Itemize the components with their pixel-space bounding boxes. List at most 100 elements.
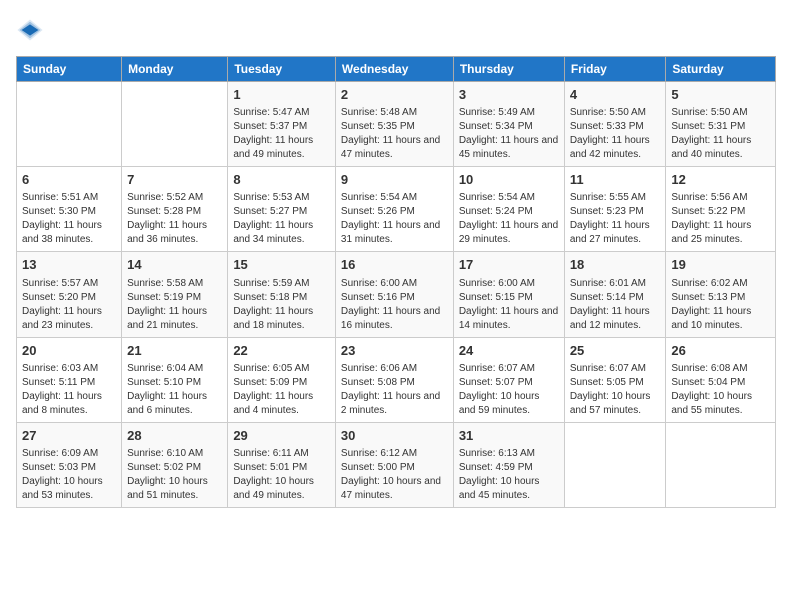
day-info: Sunset: 5:05 PM bbox=[570, 376, 661, 390]
day-info: Sunset: 5:11 PM bbox=[22, 376, 116, 390]
day-info: Sunset: 5:09 PM bbox=[233, 376, 330, 390]
day-info: Daylight: 11 hours and 21 minutes. bbox=[127, 305, 222, 333]
day-info: Daylight: 11 hours and 8 minutes. bbox=[22, 390, 116, 418]
day-number: 6 bbox=[22, 171, 116, 189]
calendar-cell: 18Sunrise: 6:01 AMSunset: 5:14 PMDayligh… bbox=[564, 252, 666, 337]
calendar-cell: 16Sunrise: 6:00 AMSunset: 5:16 PMDayligh… bbox=[335, 252, 453, 337]
day-info: Sunset: 4:59 PM bbox=[459, 461, 559, 475]
logo-icon bbox=[16, 16, 44, 44]
day-number: 28 bbox=[127, 427, 222, 445]
day-info: Daylight: 10 hours and 53 minutes. bbox=[22, 475, 116, 503]
day-info: Sunrise: 6:09 AM bbox=[22, 447, 116, 461]
day-info: Sunrise: 6:02 AM bbox=[671, 277, 770, 291]
calendar-cell: 11Sunrise: 5:55 AMSunset: 5:23 PMDayligh… bbox=[564, 167, 666, 252]
day-info: Sunrise: 5:51 AM bbox=[22, 191, 116, 205]
day-info: Sunset: 5:04 PM bbox=[671, 376, 770, 390]
day-number: 12 bbox=[671, 171, 770, 189]
day-info: Sunrise: 6:00 AM bbox=[459, 277, 559, 291]
day-number: 30 bbox=[341, 427, 448, 445]
calendar-cell: 26Sunrise: 6:08 AMSunset: 5:04 PMDayligh… bbox=[666, 337, 776, 422]
day-number: 24 bbox=[459, 342, 559, 360]
day-info: Daylight: 11 hours and 40 minutes. bbox=[671, 134, 770, 162]
day-number: 7 bbox=[127, 171, 222, 189]
day-info: Sunrise: 6:00 AM bbox=[341, 277, 448, 291]
day-number: 31 bbox=[459, 427, 559, 445]
header-friday: Friday bbox=[564, 57, 666, 82]
day-info: Daylight: 10 hours and 45 minutes. bbox=[459, 475, 559, 503]
day-info: Sunset: 5:01 PM bbox=[233, 461, 330, 475]
day-info: Sunrise: 5:49 AM bbox=[459, 106, 559, 120]
calendar-cell bbox=[122, 82, 228, 167]
day-info: Daylight: 11 hours and 45 minutes. bbox=[459, 134, 559, 162]
day-info: Sunrise: 6:04 AM bbox=[127, 362, 222, 376]
day-info: Daylight: 10 hours and 47 minutes. bbox=[341, 475, 448, 503]
day-info: Sunrise: 5:47 AM bbox=[233, 106, 330, 120]
calendar-cell: 22Sunrise: 6:05 AMSunset: 5:09 PMDayligh… bbox=[228, 337, 336, 422]
day-info: Sunrise: 6:12 AM bbox=[341, 447, 448, 461]
day-info: Daylight: 11 hours and 10 minutes. bbox=[671, 305, 770, 333]
day-info: Sunset: 5:16 PM bbox=[341, 291, 448, 305]
day-info: Sunset: 5:24 PM bbox=[459, 205, 559, 219]
day-info: Daylight: 11 hours and 25 minutes. bbox=[671, 219, 770, 247]
calendar-cell: 6 Sunrise: 5:51 AMSunset: 5:30 PMDaylight… bbox=[17, 167, 122, 252]
header-thursday: Thursday bbox=[453, 57, 564, 82]
header-sunday: Sunday bbox=[17, 57, 122, 82]
day-info: Sunset: 5:22 PM bbox=[671, 205, 770, 219]
day-info: Daylight: 11 hours and 29 minutes. bbox=[459, 219, 559, 247]
header-wednesday: Wednesday bbox=[335, 57, 453, 82]
day-info: Sunrise: 6:07 AM bbox=[459, 362, 559, 376]
day-info: Sunset: 5:35 PM bbox=[341, 120, 448, 134]
day-info: Daylight: 11 hours and 34 minutes. bbox=[233, 219, 330, 247]
day-info: Sunrise: 6:03 AM bbox=[22, 362, 116, 376]
header-monday: Monday bbox=[122, 57, 228, 82]
day-info: Sunrise: 6:06 AM bbox=[341, 362, 448, 376]
day-info: Daylight: 11 hours and 42 minutes. bbox=[570, 134, 661, 162]
week-row-4: 20Sunrise: 6:03 AMSunset: 5:11 PMDayligh… bbox=[17, 337, 776, 422]
day-number: 16 bbox=[341, 256, 448, 274]
calendar-cell: 25Sunrise: 6:07 AMSunset: 5:05 PMDayligh… bbox=[564, 337, 666, 422]
day-number: 27 bbox=[22, 427, 116, 445]
day-info: Daylight: 11 hours and 18 minutes. bbox=[233, 305, 330, 333]
day-info: Daylight: 11 hours and 27 minutes. bbox=[570, 219, 661, 247]
calendar-cell: 27 Sunrise: 6:09 AMSunset: 5:03 PMDayligh… bbox=[17, 422, 122, 507]
day-number: 5 bbox=[671, 86, 770, 104]
day-info: Sunset: 5:30 PM bbox=[22, 205, 116, 219]
day-info: Sunrise: 6:13 AM bbox=[459, 447, 559, 461]
day-info: Sunset: 5:28 PM bbox=[127, 205, 222, 219]
calendar-cell: 15Sunrise: 5:59 AMSunset: 5:18 PMDayligh… bbox=[228, 252, 336, 337]
day-info: Sunrise: 5:59 AM bbox=[233, 277, 330, 291]
calendar-cell: 29Sunrise: 6:11 AMSunset: 5:01 PMDayligh… bbox=[228, 422, 336, 507]
day-info: Sunrise: 5:53 AM bbox=[233, 191, 330, 205]
day-info: Sunrise: 5:48 AM bbox=[341, 106, 448, 120]
day-info: Sunset: 5:34 PM bbox=[459, 120, 559, 134]
day-number: 23 bbox=[341, 342, 448, 360]
day-info: Daylight: 10 hours and 51 minutes. bbox=[127, 475, 222, 503]
day-number: 14 bbox=[127, 256, 222, 274]
day-number: 29 bbox=[233, 427, 330, 445]
calendar-cell: 2 Sunrise: 5:48 AMSunset: 5:35 PMDaylight… bbox=[335, 82, 453, 167]
day-number: 1 bbox=[233, 86, 330, 104]
calendar-body: 1Sunrise: 5:47 AMSunset: 5:37 PMDaylight… bbox=[17, 82, 776, 508]
day-info: Daylight: 10 hours and 57 minutes. bbox=[570, 390, 661, 418]
day-info: Sunset: 5:03 PM bbox=[22, 461, 116, 475]
day-info: Daylight: 11 hours and 31 minutes. bbox=[341, 219, 448, 247]
day-info: Sunset: 5:10 PM bbox=[127, 376, 222, 390]
page-header bbox=[16, 16, 776, 44]
day-info: Sunrise: 5:55 AM bbox=[570, 191, 661, 205]
day-number: 2 bbox=[341, 86, 448, 104]
day-info: Sunrise: 6:07 AM bbox=[570, 362, 661, 376]
calendar-cell: 30Sunrise: 6:12 AMSunset: 5:00 PMDayligh… bbox=[335, 422, 453, 507]
day-info: Sunset: 5:15 PM bbox=[459, 291, 559, 305]
week-row-5: 27Sunrise: 6:09 AMSunset: 5:03 PMDayligh… bbox=[17, 422, 776, 507]
day-number: 21 bbox=[127, 342, 222, 360]
calendar-cell: 19Sunrise: 6:02 AMSunset: 5:13 PMDayligh… bbox=[666, 252, 776, 337]
day-info: Daylight: 11 hours and 47 minutes. bbox=[341, 134, 448, 162]
day-info: Daylight: 11 hours and 38 minutes. bbox=[22, 219, 116, 247]
calendar-header: SundayMondayTuesdayWednesdayThursdayFrid… bbox=[17, 57, 776, 82]
day-number: 19 bbox=[671, 256, 770, 274]
day-number: 22 bbox=[233, 342, 330, 360]
day-info: Sunset: 5:02 PM bbox=[127, 461, 222, 475]
calendar-cell bbox=[564, 422, 666, 507]
day-number: 17 bbox=[459, 256, 559, 274]
day-info: Daylight: 11 hours and 23 minutes. bbox=[22, 305, 116, 333]
